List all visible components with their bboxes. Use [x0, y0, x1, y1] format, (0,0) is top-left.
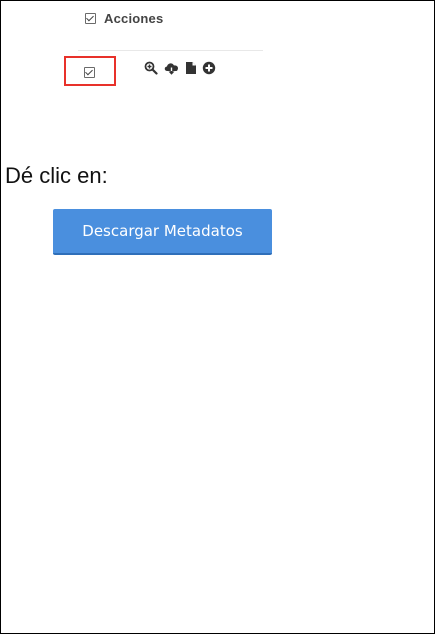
actions-column-header: Acciones [78, 8, 263, 51]
highlighted-row-checkbox[interactable] [64, 56, 116, 86]
header-checkbox[interactable] [85, 12, 96, 24]
instruction-text: Dé clic en: [5, 163, 108, 188]
document-icon[interactable] [185, 61, 197, 75]
actions-header-label: Acciones [104, 10, 164, 26]
cloud-download-icon[interactable] [163, 61, 180, 75]
table-row [64, 56, 264, 100]
row-action-icons [144, 61, 216, 75]
download-metadata-button[interactable]: Descargar Metadatos [53, 209, 272, 255]
plus-circle-icon[interactable] [202, 61, 216, 75]
row-checkbox[interactable] [84, 67, 95, 78]
magnifier-zoom-icon[interactable] [144, 61, 158, 75]
